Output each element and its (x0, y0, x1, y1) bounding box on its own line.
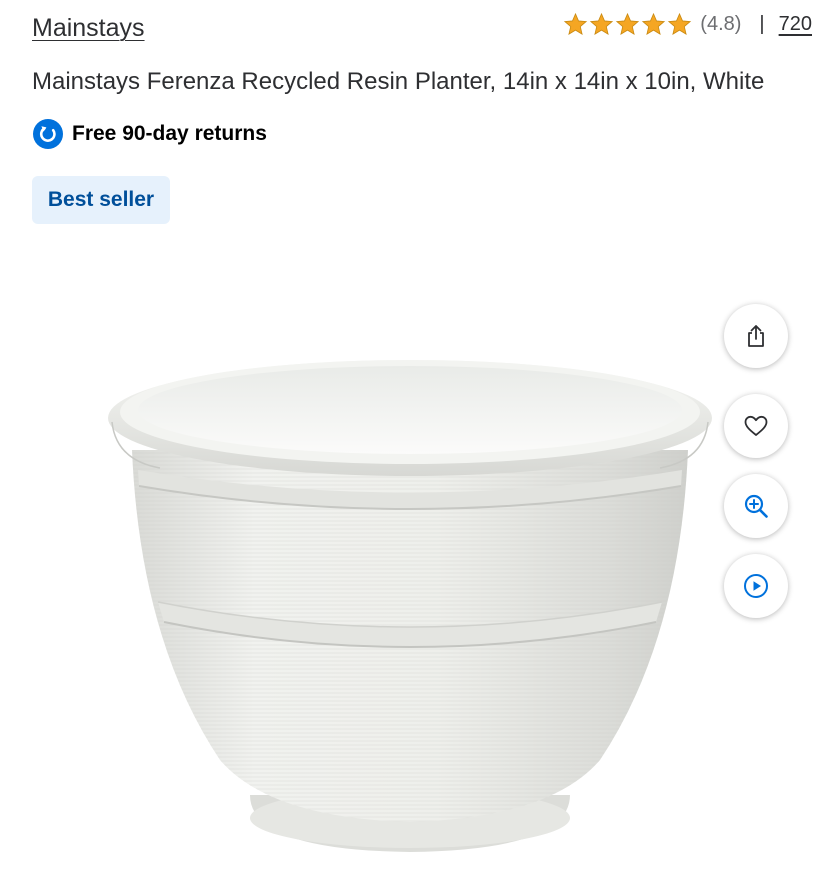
star-rating (563, 12, 692, 37)
play-icon (744, 574, 768, 598)
star-icon (616, 12, 640, 35)
best-seller-badge: Best seller (32, 176, 170, 224)
product-image[interactable] (100, 340, 720, 870)
brand-link[interactable]: Mainstays (32, 14, 145, 43)
returns-text: Free 90-day returns (72, 122, 267, 145)
rating-average: (4.8) (700, 13, 742, 35)
favorite-button[interactable] (724, 394, 788, 458)
heart-icon (744, 415, 768, 436)
rating-separator: | (759, 13, 765, 35)
returns-icon (33, 119, 63, 149)
share-button[interactable] (724, 304, 788, 368)
rating-summary: (4.8) | 720 (563, 12, 812, 37)
returns-info: Free 90-day returns (32, 118, 267, 150)
star-icon (642, 12, 666, 35)
zoom-button[interactable] (724, 474, 788, 538)
star-icon (564, 12, 588, 35)
review-count-link[interactable]: 720 (779, 13, 812, 36)
star-icon (668, 12, 692, 35)
product-title: Mainstays Ferenza Recycled Resin Planter… (32, 68, 765, 95)
star-icon (590, 12, 614, 35)
video-button[interactable] (724, 554, 788, 618)
share-icon (748, 325, 764, 347)
zoom-in-icon (744, 494, 768, 518)
